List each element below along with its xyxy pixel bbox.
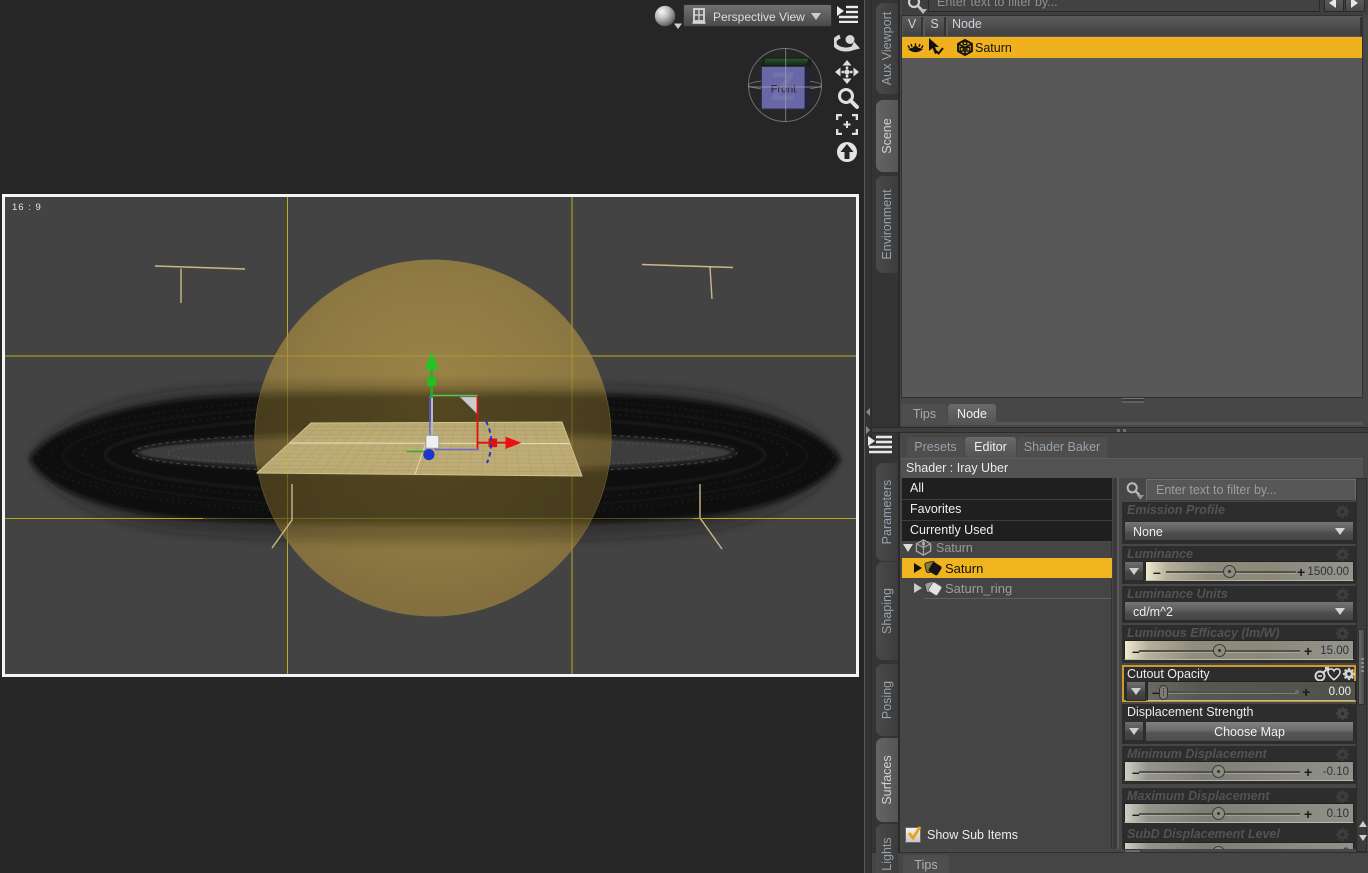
svg-text:Front: Front xyxy=(771,84,797,96)
